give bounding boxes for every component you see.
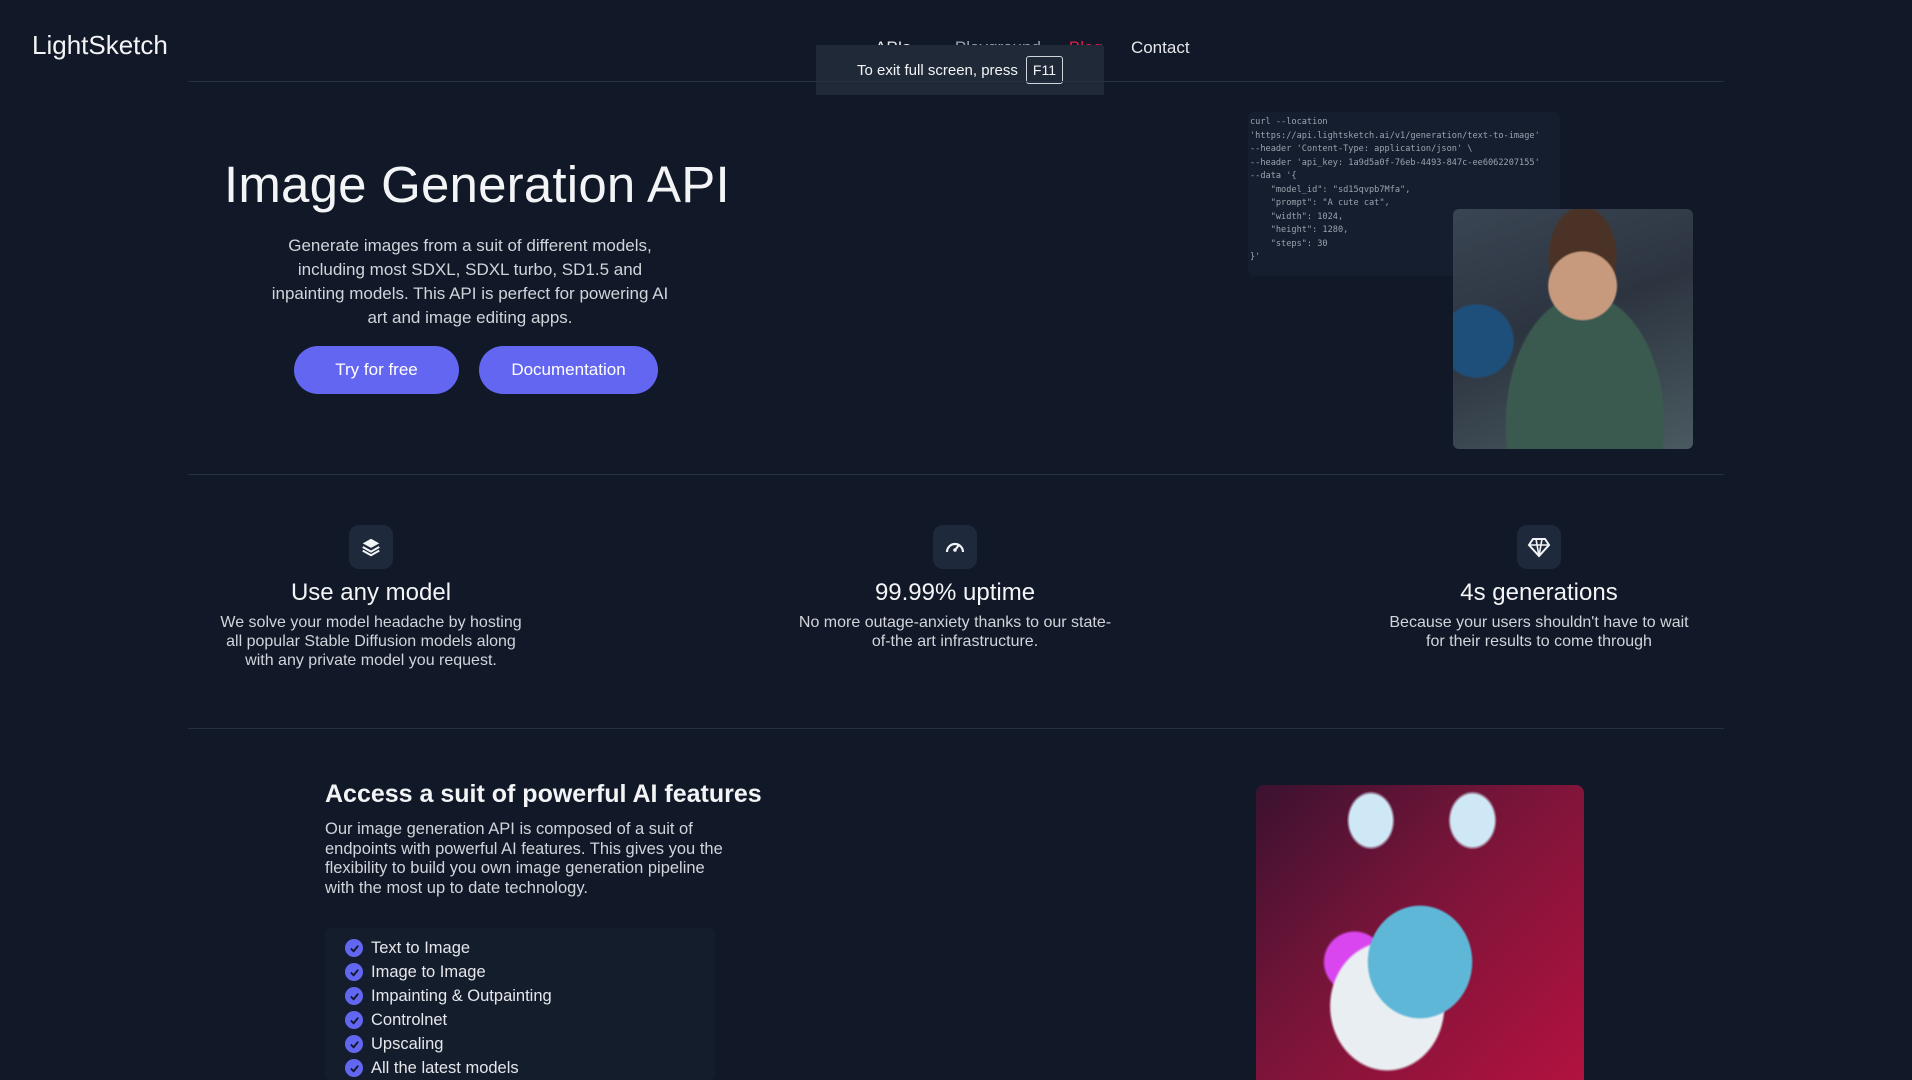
code-line: --header 'Content-Type: application/json… [1250, 144, 1473, 154]
list-item-label: All the latest models [371, 1058, 519, 1077]
check-icon [345, 963, 363, 981]
feature-any-model: Use any model We solve your model headac… [211, 525, 531, 670]
list-item: Impainting & Outpainting [345, 984, 715, 1008]
feature-text: Because your users shouldn't have to wai… [1389, 614, 1689, 650]
feature-title: 99.99% uptime [874, 579, 1036, 606]
diamond-icon [1517, 525, 1561, 569]
page-title: Image Generation API [224, 156, 730, 213]
feature-text: We solve your model headache by hosting … [220, 614, 522, 669]
list-item: Upscaling [345, 1032, 715, 1056]
fullscreen-toast: To exit full screen, press F11 [816, 45, 1104, 95]
divider [188, 81, 1724, 82]
divider [188, 728, 1724, 729]
logo[interactable]: LightSketch [32, 30, 168, 61]
divider [188, 474, 1724, 475]
list-item-label: Controlnet [371, 1010, 448, 1029]
code-line: "model_id": "sd15qvpb7Mfa", [1250, 184, 1411, 195]
code-line: curl --location [1250, 117, 1328, 127]
list-item-label: Impainting & Outpainting [371, 986, 552, 1005]
feature-title: 4s generations [1460, 579, 1618, 606]
nav-contact[interactable]: Contact [1131, 38, 1190, 58]
list-item-label: Upscaling [371, 1034, 444, 1053]
check-icon [345, 987, 363, 1005]
check-icon [345, 1059, 363, 1077]
feature-text: No more outage-anxiety thanks to our sta… [798, 614, 1112, 650]
section-title: Access a suit of powerful AI features [325, 780, 762, 808]
check-icon [345, 939, 363, 957]
list-item-label: Text to Image [371, 938, 471, 957]
list-item: All the latest models [345, 1056, 715, 1080]
list-item: Text to Image [345, 936, 715, 960]
feature-list: Text to Image Image to Image Impainting … [325, 928, 715, 1080]
check-icon [345, 1035, 363, 1053]
section-text: Our image generation API is composed of … [325, 820, 723, 897]
code-line: --data '{ [1250, 171, 1297, 181]
hero-description: Generate images from a suit of different… [271, 236, 669, 327]
code-line: 'https://api.lightsketch.ai/v1/generatio… [1250, 130, 1540, 141]
try-for-free-button[interactable]: Try for free [294, 346, 459, 394]
toast-key: F11 [1025, 56, 1063, 84]
robot-rabbit-image [1256, 785, 1584, 1080]
layers-icon [349, 525, 393, 569]
feature-uptime: 99.99% uptime No more outage-anxiety tha… [795, 525, 1115, 651]
feature-speed: 4s generations Because your users should… [1379, 525, 1699, 651]
toast-text: To exit full screen, press [857, 61, 1018, 79]
code-line: --header 'api_key: 1a9d5a0f-76eb-4493-84… [1250, 157, 1540, 168]
list-item: Controlnet [345, 1008, 715, 1032]
gauge-icon [933, 525, 977, 569]
documentation-button[interactable]: Documentation [479, 346, 658, 394]
check-icon [345, 1011, 363, 1029]
portrait-image [1453, 209, 1693, 449]
feature-title: Use any model [290, 579, 452, 606]
list-item-label: Image to Image [371, 962, 486, 981]
list-item: Image to Image [345, 960, 715, 984]
